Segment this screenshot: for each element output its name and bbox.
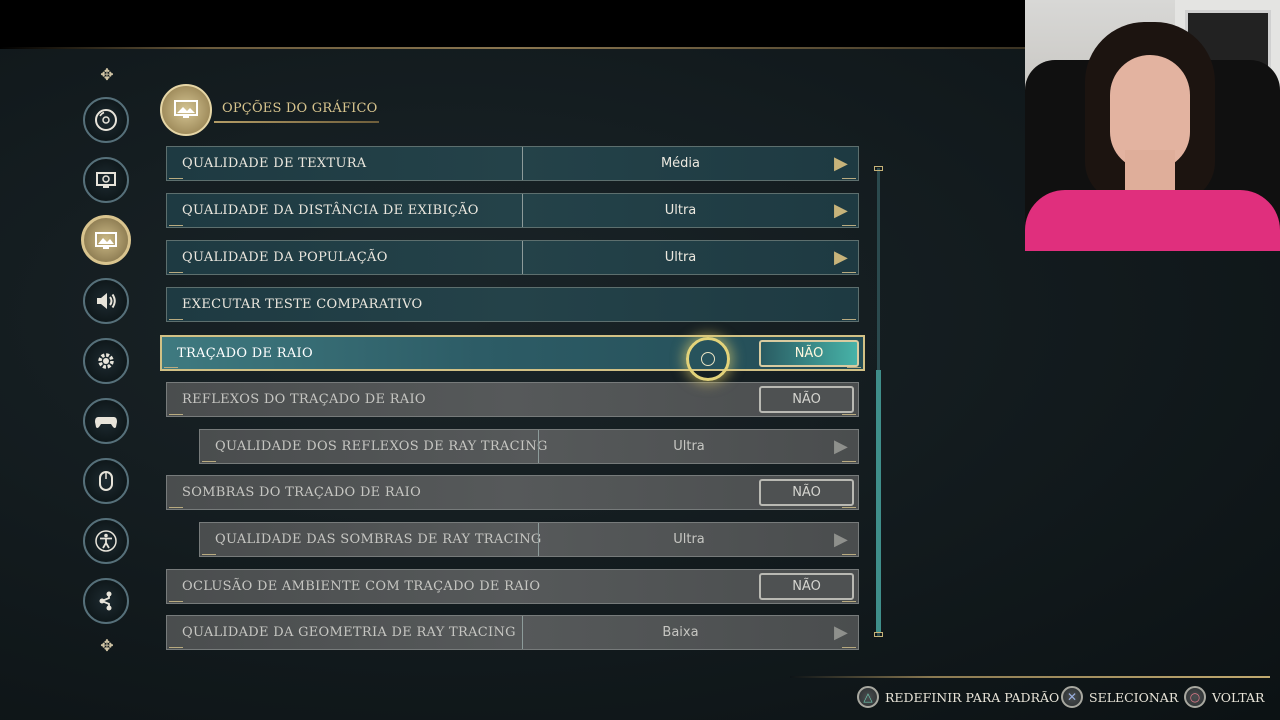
reset-default-button[interactable]: △ REDEFINIR PARA PADRÃO <box>857 686 1059 708</box>
accessibility-icon[interactable] <box>83 518 129 564</box>
dpad-up-icon: ✥ <box>100 65 114 84</box>
triangle-button-icon: △ <box>857 686 879 708</box>
setting-label: QUALIDADE DAS SOMBRAS DE RAY TRACING <box>215 532 542 547</box>
row-corner-ornament <box>169 597 183 602</box>
row-corner-ornament <box>169 503 183 508</box>
setting-label: QUALIDADE DA DISTÂNCIA DE EXIBIÇÃO <box>182 203 479 218</box>
footer-ornament-line <box>790 676 1270 678</box>
chevron-right-icon[interactable]: ▶ <box>834 623 848 643</box>
row-corner-ornament <box>202 457 216 462</box>
gamepad-icon[interactable] <box>83 398 129 444</box>
setting-row-rt-ambient-occlusion[interactable]: OCLUSÃO DE AMBIENTE COM TRAÇADO DE RAIO … <box>166 569 859 604</box>
page-title: OPÇÕES DO GRÁFICO <box>222 101 378 116</box>
chevron-right-icon[interactable]: ▶ <box>834 248 848 268</box>
display-settings-icon[interactable] <box>83 157 129 203</box>
share-icon[interactable] <box>83 578 129 624</box>
dpad-down-icon: ✥ <box>100 636 114 655</box>
setting-value: Ultra <box>664 203 697 218</box>
setting-label: TRAÇADO DE RAIO <box>177 346 313 361</box>
setting-label: QUALIDADE DA POPULAÇÃO <box>182 250 388 265</box>
setting-row-texture-quality[interactable]: QUALIDADE DE TEXTURA Média ▶ <box>166 146 859 181</box>
image-icon <box>160 84 212 136</box>
setting-label: QUALIDADE DOS REFLEXOS DE RAY TRACING <box>215 439 548 454</box>
title-ornament-line <box>214 121 379 123</box>
row-corner-ornament <box>842 457 856 462</box>
setting-label: REFLEXOS DO TRAÇADO DE RAIO <box>182 392 426 407</box>
setting-label: QUALIDADE DE TEXTURA <box>182 156 367 171</box>
row-corner-ornament <box>169 268 183 273</box>
row-corner-ornament <box>842 410 856 415</box>
row-corner-ornament <box>169 643 183 648</box>
rt-reflections-toggle[interactable]: NÃO <box>759 386 854 413</box>
row-corner-ornament <box>169 174 183 179</box>
row-corner-ornament <box>164 363 178 368</box>
scrollbar-cap-top <box>874 166 883 171</box>
setting-value: Ultra <box>673 439 705 454</box>
setting-row-rt-reflections-quality[interactable]: QUALIDADE DOS REFLEXOS DE RAY TRACING Ul… <box>199 429 859 464</box>
row-corner-ornament <box>842 221 856 226</box>
row-corner-ornament <box>169 315 183 320</box>
speaker-icon[interactable] <box>83 278 129 324</box>
scrollbar-cap-bottom <box>874 632 883 637</box>
chevron-right-icon[interactable]: ▶ <box>834 201 848 221</box>
rt-shadows-toggle[interactable]: NÃO <box>759 479 854 506</box>
chevron-right-icon[interactable]: ▶ <box>834 530 848 550</box>
rt-ambient-occlusion-toggle[interactable]: NÃO <box>759 573 854 600</box>
setting-label: EXECUTAR TESTE COMPARATIVO <box>182 297 423 312</box>
chevron-right-icon[interactable]: ▶ <box>834 154 848 174</box>
row-corner-ornament <box>842 268 856 273</box>
select-label: SELECIONAR <box>1089 689 1179 705</box>
setting-value: Média <box>660 156 701 171</box>
row-corner-ornament <box>842 597 856 602</box>
back-button[interactable]: ○ VOLTAR <box>1184 686 1264 708</box>
row-corner-ornament <box>842 550 856 555</box>
top-ornament-line <box>0 47 1030 49</box>
setting-row-rt-reflections[interactable]: REFLEXOS DO TRAÇADO DE RAIO NÃO <box>166 382 859 417</box>
row-corner-ornament <box>169 221 183 226</box>
row-corner-ornament <box>842 315 856 320</box>
setting-label: QUALIDADE DA GEOMETRIA DE RAY TRACING <box>182 625 516 640</box>
webcam-shirt <box>1025 190 1280 251</box>
webcam-overlay <box>1025 0 1280 251</box>
graphics-icon[interactable] <box>81 215 131 265</box>
cross-button-icon: ✕ <box>1061 686 1083 708</box>
setting-row-population[interactable]: QUALIDADE DA POPULAÇÃO Ultra ▶ <box>166 240 859 275</box>
setting-row-rt-geometry-quality[interactable]: QUALIDADE DA GEOMETRIA DE RAY TRACING Ba… <box>166 615 859 650</box>
back-label: VOLTAR <box>1212 689 1265 705</box>
circle-button-icon: ○ <box>1184 686 1206 708</box>
setting-row-rt-shadows-quality[interactable]: QUALIDADE DAS SOMBRAS DE RAY TRACING Ult… <box>199 522 859 557</box>
mouse-icon[interactable] <box>83 458 129 504</box>
setting-row-view-distance[interactable]: QUALIDADE DA DISTÂNCIA DE EXIBIÇÃO Ultra… <box>166 193 859 228</box>
setting-label: OCLUSÃO DE AMBIENTE COM TRAÇADO DE RAIO <box>182 579 541 594</box>
gear-icon[interactable] <box>83 338 129 384</box>
row-corner-ornament <box>847 363 861 368</box>
setting-row-ray-tracing[interactable]: TRAÇADO DE RAIO NÃO <box>160 335 865 371</box>
setting-value: Ultra <box>664 250 697 265</box>
ray-tracing-toggle[interactable]: NÃO <box>759 340 859 367</box>
row-corner-ornament <box>842 643 856 648</box>
setting-label: SOMBRAS DO TRAÇADO DE RAIO <box>182 485 422 500</box>
row-corner-ornament <box>169 410 183 415</box>
setting-value: Baixa <box>662 625 699 640</box>
setting-row-rt-shadows[interactable]: SOMBRAS DO TRAÇADO DE RAIO NÃO <box>166 475 859 510</box>
chevron-right-icon[interactable]: ▶ <box>834 437 848 457</box>
scrollbar-thumb[interactable] <box>876 370 881 632</box>
row-corner-ornament <box>202 550 216 555</box>
row-corner-ornament <box>842 174 856 179</box>
setting-value: Ultra <box>673 532 705 547</box>
row-corner-ornament <box>842 503 856 508</box>
select-button[interactable]: ✕ SELECIONAR <box>1061 686 1178 708</box>
pointer-cursor-icon <box>686 337 730 381</box>
disc-icon[interactable] <box>83 97 129 143</box>
reset-default-label: REDEFINIR PARA PADRÃO <box>885 689 1060 705</box>
setting-row-benchmark[interactable]: EXECUTAR TESTE COMPARATIVO <box>166 287 859 322</box>
cursor-center <box>701 352 715 366</box>
